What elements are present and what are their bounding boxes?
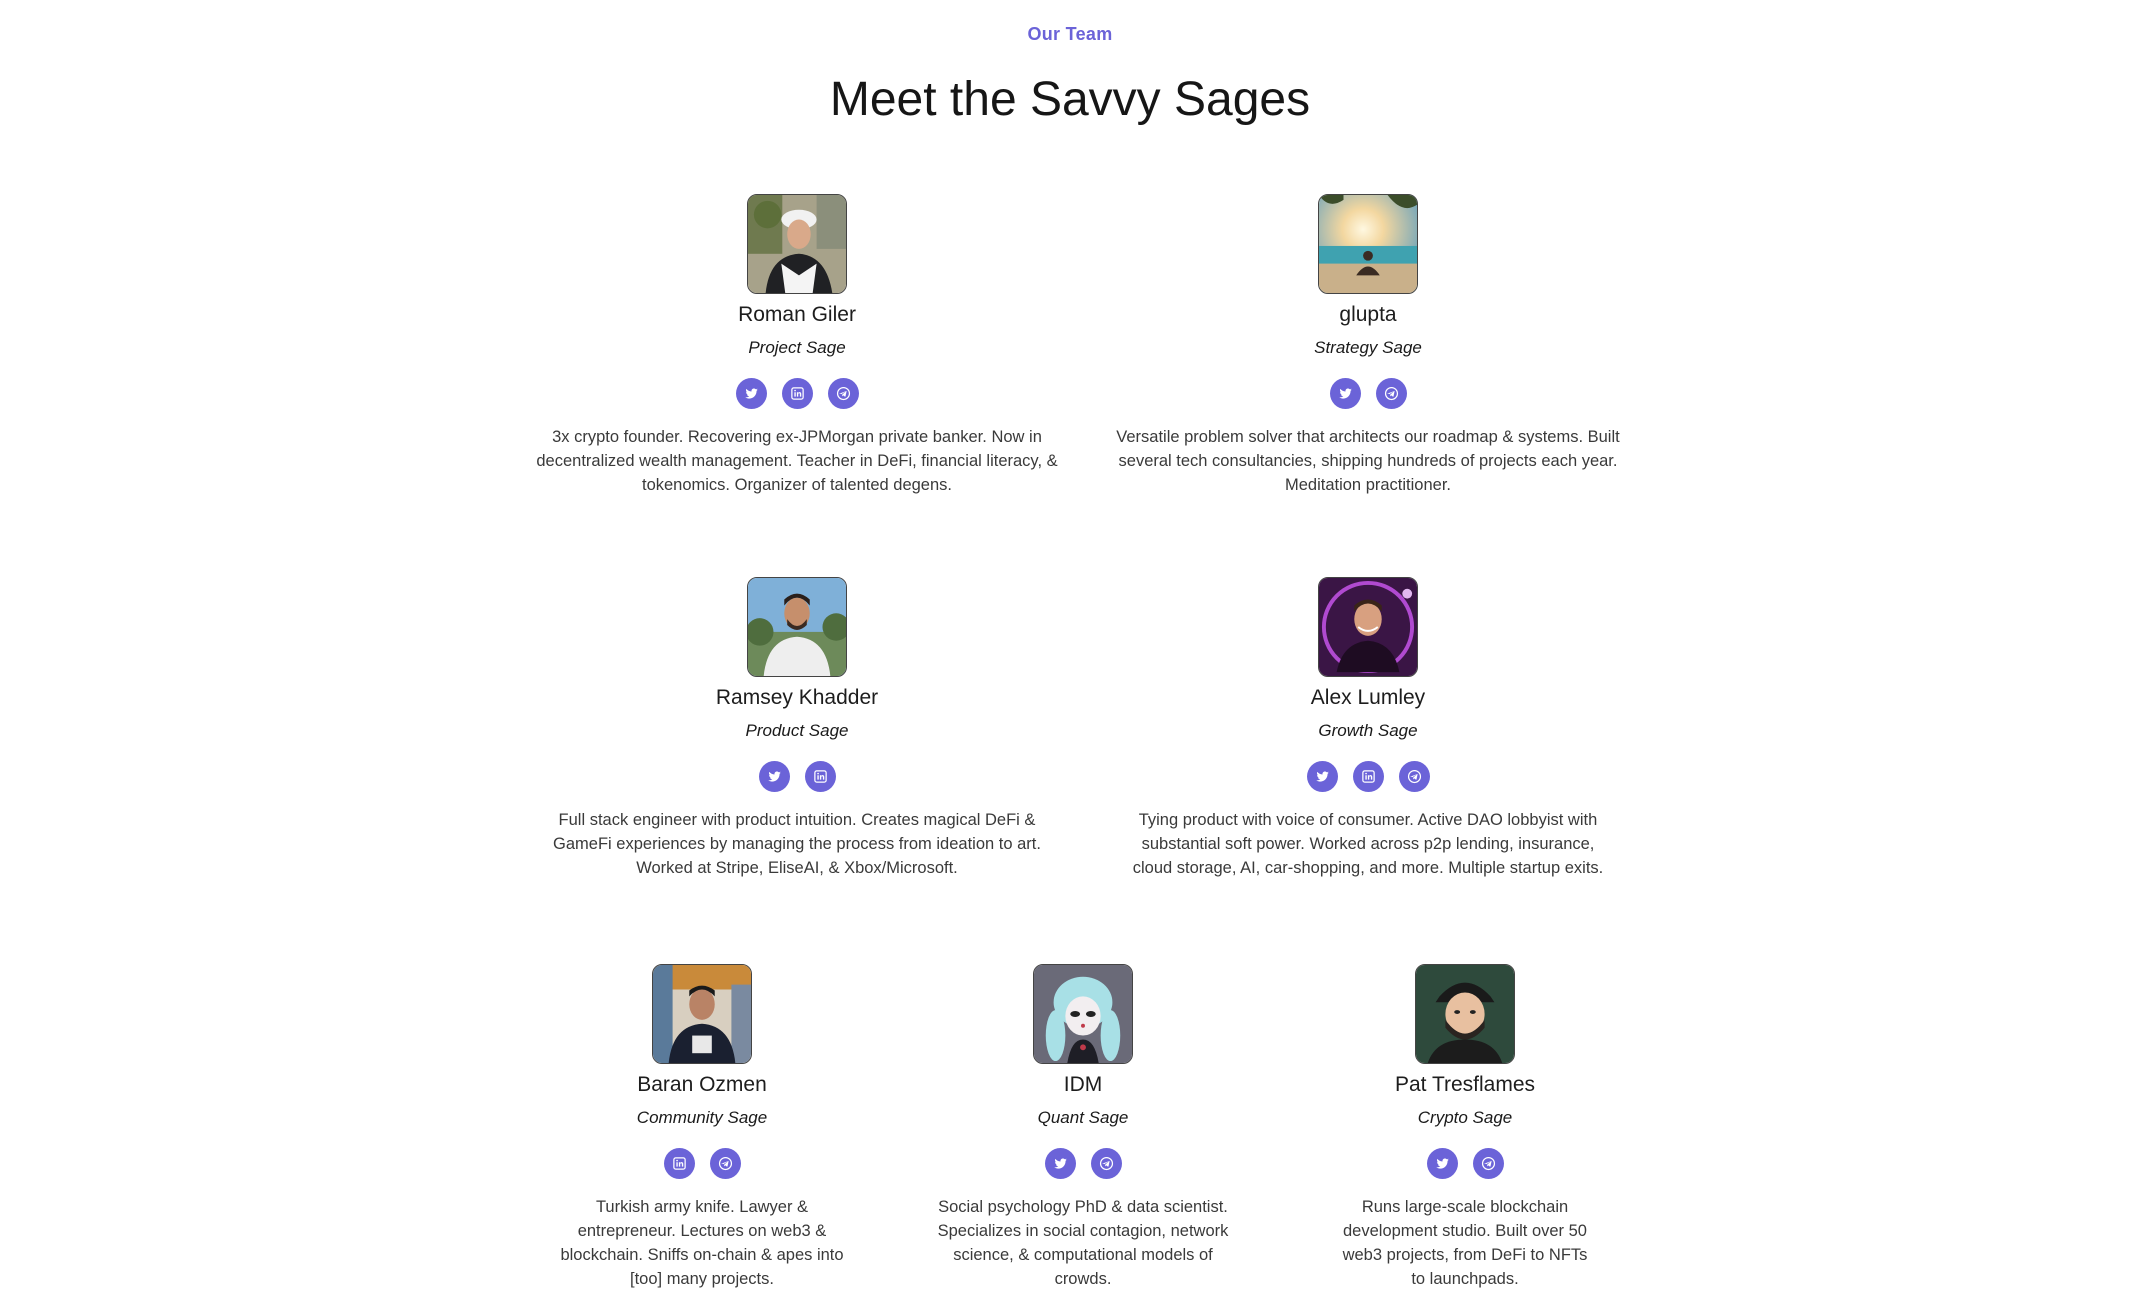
team-member-card: Alex Lumley Growth Sage Tying product wi… — [1123, 577, 1613, 880]
member-name: Ramsey Khadder — [715, 686, 879, 709]
member-role: Growth Sage — [1318, 721, 1418, 740]
member-name: Alex Lumley — [1310, 686, 1426, 709]
twitter-icon[interactable] — [1306, 761, 1338, 792]
twitter-icon[interactable] — [1044, 1148, 1076, 1179]
team-section: Our Team Meet the Savvy Sages Roman Gile… — [0, 0, 2140, 1304]
member-role: Strategy Sage — [1314, 338, 1422, 357]
member-name: glupta — [1339, 303, 1397, 326]
social-links — [933, 1148, 1233, 1179]
social-links — [1123, 761, 1613, 792]
team-member-card: glupta Strategy Sage Versatile problem s… — [1108, 194, 1628, 497]
team-member-card: Pat Tresflames Crypto Sage Runs large-sc… — [1335, 964, 1595, 1291]
member-role: Quant Sage — [1037, 1108, 1129, 1127]
team-member-card: Roman Giler Project Sage 3x crypto found… — [532, 194, 1062, 497]
social-links — [1335, 1148, 1595, 1179]
team-member-card: Ramsey Khadder Product Sage Full stack e… — [547, 577, 1047, 880]
telegram-icon[interactable] — [827, 378, 859, 409]
social-links — [1108, 378, 1628, 409]
member-bio: Runs large-scale blockchain development … — [1342, 1198, 1588, 1288]
member-name: IDM — [1063, 1073, 1103, 1096]
member-avatar — [1415, 964, 1515, 1064]
twitter-icon[interactable] — [735, 378, 767, 409]
telegram-icon[interactable] — [1090, 1148, 1122, 1179]
social-links — [532, 378, 1062, 409]
member-avatar — [1318, 577, 1418, 677]
member-role: Project Sage — [748, 338, 846, 357]
section-title: Meet the Savvy Sages — [829, 73, 1311, 126]
team-member-card: Baran Ozmen Community Sage Turkish army … — [557, 964, 847, 1291]
twitter-icon[interactable] — [758, 761, 790, 792]
member-avatar — [1033, 964, 1133, 1064]
linkedin-icon[interactable] — [804, 761, 836, 792]
twitter-icon[interactable] — [1329, 378, 1361, 409]
member-avatar — [747, 577, 847, 677]
telegram-icon[interactable] — [1472, 1148, 1504, 1179]
member-bio: Full stack engineer with product intuiti… — [553, 811, 1041, 877]
telegram-icon[interactable] — [709, 1148, 741, 1179]
telegram-icon[interactable] — [1398, 761, 1430, 792]
member-role: Community Sage — [636, 1108, 768, 1127]
member-avatar — [747, 194, 847, 294]
member-name: Pat Tresflames — [1394, 1073, 1536, 1096]
linkedin-icon[interactable] — [663, 1148, 695, 1179]
social-links — [557, 1148, 847, 1179]
member-name: Roman Giler — [738, 303, 856, 326]
member-name: Baran Ozmen — [637, 1073, 767, 1096]
linkedin-icon[interactable] — [1352, 761, 1384, 792]
linkedin-icon[interactable] — [781, 378, 813, 409]
member-bio: Versatile problem solver that architects… — [1116, 428, 1620, 494]
member-avatar — [652, 964, 752, 1064]
member-avatar — [1318, 194, 1418, 294]
team-member-card: IDM Quant Sage Social psychology PhD & d… — [933, 964, 1233, 1291]
member-bio: Tying product with voice of consumer. Ac… — [1132, 811, 1604, 877]
member-role: Product Sage — [745, 721, 849, 740]
section-eyebrow: Our Team — [1027, 24, 1113, 44]
member-role: Crypto Sage — [1417, 1108, 1513, 1127]
twitter-icon[interactable] — [1426, 1148, 1458, 1179]
social-links — [547, 761, 1047, 792]
telegram-icon[interactable] — [1375, 378, 1407, 409]
member-bio: Turkish army knife. Lawyer & entrepreneu… — [560, 1198, 844, 1288]
member-bio: Social psychology PhD & data scientist. … — [937, 1198, 1229, 1288]
member-bio: 3x crypto founder. Recovering ex-JPMorga… — [536, 428, 1058, 494]
